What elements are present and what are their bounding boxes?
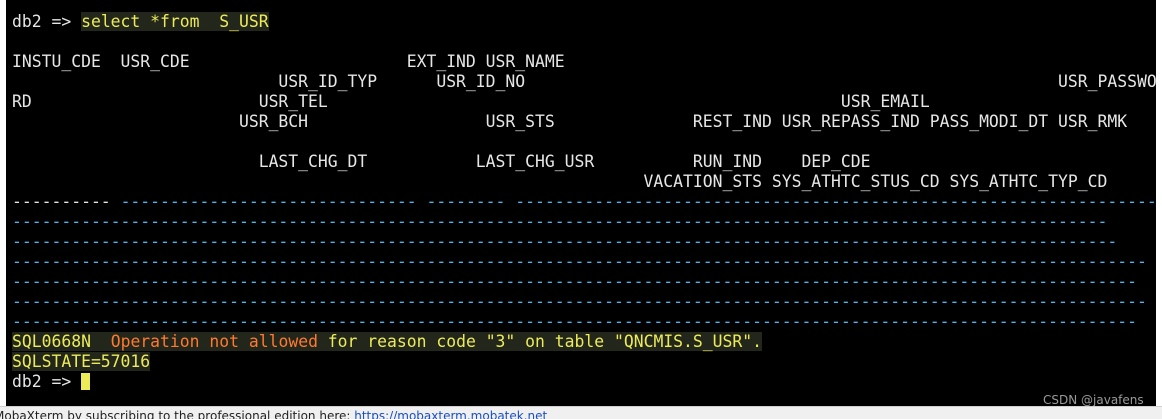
prompt-line-2[interactable]: db2 =>	[12, 372, 91, 392]
error-line: SQL0668N Operation not allowed for reaso…	[12, 332, 762, 352]
column-header-line-4: USR_BCH USR_STS REST_IND USR_REPASS_IND …	[12, 112, 1128, 131]
separator-segment: ------------------------------ -------- …	[120, 192, 1156, 211]
separator-line-6: ----------------------------------------…	[12, 292, 1147, 311]
sqlstate-line: SQLSTATE=57016	[12, 352, 151, 372]
terminal-window[interactable]: db2 => select *from S_USR INSTU_CDE USR_…	[6, 0, 1156, 406]
status-bar: MobaXterm by subscribing to the professi…	[0, 406, 1162, 419]
column-header-line-3: RD USR_TEL USR_EMAIL	[12, 92, 930, 111]
prompt-text: db2 =>	[12, 12, 82, 31]
column-header-line-7: VACATION_STS SYS_ATHTC_STUS_CD SYS_ATHTC…	[12, 172, 1108, 191]
column-header-line-1: INSTU_CDE USR_CDE EXT_IND USR_NAME	[12, 52, 565, 71]
error-gap	[90, 332, 111, 351]
separator-line-4: ----------------------------------------…	[12, 252, 1147, 271]
column-header-line-6: LAST_CHG_DT LAST_CHG_USR RUN_IND DEP_CDE	[12, 152, 871, 171]
window-edge	[1156, 0, 1162, 406]
error-code: SQL0668N	[12, 332, 91, 351]
prompt-text-2: db2 =>	[12, 372, 82, 391]
separator-line-1: ---------- -----------------------------…	[12, 192, 1156, 212]
sqlstate-text: SQLSTATE=57016	[12, 352, 151, 371]
sql-command: select *from S_USR	[81, 12, 269, 31]
error-highlight: Operation not allowed	[110, 332, 318, 351]
separator-line-7: ----------------------------------------…	[12, 312, 1137, 331]
prompt-line: db2 => select *from S_USR	[12, 12, 269, 32]
separator-line-5: ----------------------------------------…	[12, 272, 1137, 291]
text-cursor	[81, 373, 91, 390]
column-header-line-2: USR_ID_TYP USR_ID_NO USR_PASSWO	[12, 72, 1156, 91]
separator-first: ----------	[12, 192, 121, 211]
separator-line-3: ----------------------------------------…	[12, 232, 1118, 251]
watermark: CSDN @javafens	[1043, 393, 1144, 407]
separator-line-2: ----------------------------------------…	[12, 212, 1108, 231]
error-message: for reason code "3" on table "QNCMIS.S_U…	[317, 332, 762, 351]
